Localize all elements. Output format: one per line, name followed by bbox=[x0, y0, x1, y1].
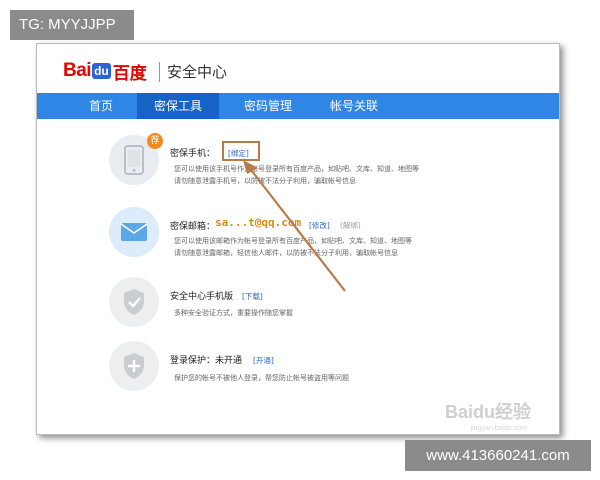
annotation-arrow-icon bbox=[243, 160, 346, 292]
nav-tab-password[interactable]: 密码管理 bbox=[233, 93, 303, 119]
watermark-logo: Baidu经验 bbox=[444, 402, 531, 422]
feature-list: 荐 密保手机： [绑定] 您可以使用该手机号作为帐号登录所有百度产品，如贴吧、文… bbox=[37, 119, 559, 434]
overlay-tag: TG: MYYJJPP bbox=[10, 10, 134, 40]
logo-bai-text: Bai bbox=[63, 60, 92, 81]
page-title: 安全中心 bbox=[167, 63, 228, 81]
baidu-security-window: Bai du 百度 安全中心 首页 密保工具 密码管理 帐号关联 荐 密保手机：… bbox=[36, 43, 560, 435]
screenshot-root: TG: MYYJJPP Bai du 百度 安全中心 首页 密保工具 密码管理 … bbox=[0, 0, 600, 480]
watermark-url: jingyan.baidu.com bbox=[470, 425, 527, 432]
page-header: Bai du 百度 安全中心 bbox=[37, 44, 559, 89]
overlay-url: www.413660241.com bbox=[405, 440, 591, 471]
nav-tab-account-link[interactable]: 帐号关联 bbox=[319, 93, 389, 119]
baidu-logo[interactable]: Bai du 百度 bbox=[63, 60, 147, 83]
logo-paw-icon: du bbox=[92, 63, 111, 79]
nav-tab-security-tools[interactable]: 密保工具 bbox=[137, 93, 219, 119]
main-nav: 首页 密保工具 密码管理 帐号关联 bbox=[37, 93, 559, 119]
nav-tab-home[interactable]: 首页 bbox=[79, 93, 123, 119]
header-divider bbox=[159, 62, 160, 82]
logo-baidu-cn: 百度 bbox=[112, 63, 147, 83]
